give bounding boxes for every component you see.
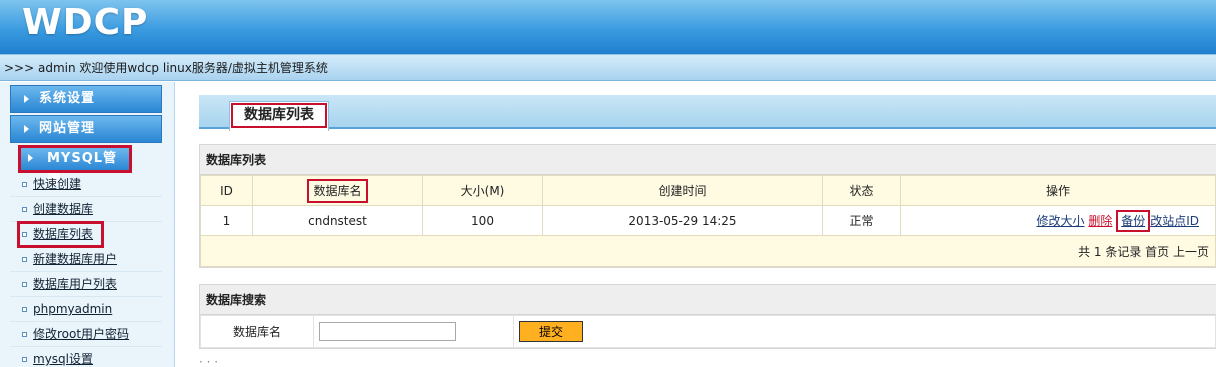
- bullet-icon: [22, 282, 27, 287]
- sidebar-item-phpmyadmin[interactable]: phpmyadmin: [10, 297, 162, 322]
- sidebar-item-change-root-password[interactable]: 修改root用户密码: [10, 322, 162, 347]
- submit-button[interactable]: 提交: [519, 321, 583, 342]
- sidebar-item-label: 修改root用户密码: [33, 327, 130, 341]
- arrow-right-icon: [24, 95, 29, 103]
- arrow-right-icon: [24, 125, 29, 133]
- panel-title: 数据库搜索: [200, 285, 1216, 315]
- sidebar-item-label: mysql设置: [33, 352, 93, 366]
- sidebar-button-label: 系统设置: [39, 91, 96, 106]
- sidebar-item-label: phpmyadmin: [33, 302, 113, 316]
- sidebar-item-database-list[interactable]: 数据库列表: [17, 221, 104, 248]
- pagination: 共 1 条记录 首页 上一页: [200, 235, 1216, 267]
- logo: WDCP: [22, 2, 149, 43]
- bullet-icon: [22, 357, 27, 362]
- table-footer-row: 共 1 条记录 首页 上一页: [200, 235, 1216, 267]
- sidebar-button-label: 网站管理: [39, 121, 96, 136]
- cell-name: cndnstest: [252, 205, 423, 236]
- cell-status: 正常: [822, 205, 901, 236]
- cell-id: 1: [200, 205, 253, 236]
- sidebar-item-label: 数据库用户列表: [33, 277, 118, 291]
- sidebar-item-create-database[interactable]: 创建数据库: [10, 197, 162, 222]
- sidebar-item-label: 快速创建: [33, 177, 82, 191]
- search-form: 数据库名 提交: [200, 315, 1216, 348]
- sidebar-item-mysql-settings[interactable]: mysql设置: [10, 347, 162, 367]
- table-row: 1 cndnstest 100 2013-05-29 14:25 正常 修改大小…: [200, 205, 1216, 236]
- column-header-actions: 操作: [900, 175, 1216, 206]
- column-header-status: 状态: [822, 175, 901, 206]
- sidebar-item-label: 新建数据库用户: [33, 252, 118, 266]
- bullet-icon: [22, 332, 27, 337]
- column-header-created: 创建时间: [542, 175, 823, 206]
- sidebar-button-system-settings[interactable]: 系统设置: [10, 85, 162, 113]
- table-header-row: ID 数据库名 大小(M) 创建时间 状态 操作: [200, 175, 1216, 206]
- sidebar-item-label: 创建数据库: [33, 202, 94, 216]
- change-site-id-link[interactable]: 改站点ID: [1150, 214, 1199, 228]
- sidebar-item-label: 数据库列表: [33, 227, 94, 241]
- bullet-icon: [22, 207, 27, 212]
- bullet-icon: [22, 232, 27, 237]
- resize-link[interactable]: 修改大小: [1037, 214, 1085, 228]
- arrow-right-icon: [28, 154, 33, 162]
- search-input-cell: [313, 315, 514, 348]
- sidebar-button-site-management[interactable]: 网站管理: [10, 115, 162, 143]
- welcome-bar: >>> admin 欢迎使用wdcp linux服务器/虚拟主机管理系统: [0, 54, 1216, 81]
- bullet-icon: [22, 257, 27, 262]
- search-label: 数据库名: [200, 315, 314, 348]
- column-header-name: 数据库名: [252, 175, 423, 206]
- delete-link[interactable]: 删除: [1088, 214, 1112, 228]
- backup-link-highlight: 备份: [1116, 209, 1151, 232]
- bullet-icon: [22, 182, 27, 187]
- column-header-name-label: 数据库名: [307, 178, 368, 203]
- database-table: ID 数据库名 大小(M) 创建时间 状态 操作 1 cndnstest 100…: [200, 175, 1216, 267]
- cell-size: 100: [422, 205, 543, 236]
- database-search-panel: 数据库搜索 数据库名 提交: [199, 284, 1216, 349]
- bullet-icon: [22, 307, 27, 312]
- page-title: 数据库列表: [231, 103, 327, 128]
- bottom-partial-links: · · ·: [199, 355, 219, 367]
- sidebar: 系统设置 网站管理 MYSQL管理 快速创建 创建数据库 数据库列表 新建数据库…: [0, 82, 175, 367]
- search-row: 数据库名 提交: [200, 315, 1216, 348]
- column-header-size: 大小(M): [422, 175, 543, 206]
- sidebar-item-db-user-list[interactable]: 数据库用户列表: [10, 272, 162, 297]
- cell-actions: 修改大小 删除 备份 改站点ID: [900, 205, 1216, 236]
- database-name-input[interactable]: [319, 322, 456, 341]
- cell-created: 2013-05-29 14:25: [542, 205, 823, 236]
- page-title-band: [199, 95, 1216, 129]
- column-header-id: ID: [200, 175, 253, 206]
- database-list-panel: 数据库列表 ID 数据库名 大小(M) 创建时间 状态 操作 1 cndnste…: [199, 144, 1216, 268]
- sidebar-button-mysql-management[interactable]: MYSQL管理: [18, 145, 132, 188]
- header-banner: WDCP: [0, 0, 1216, 54]
- sidebar-item-new-db-user[interactable]: 新建数据库用户: [10, 247, 162, 272]
- panel-title: 数据库列表: [200, 145, 1216, 175]
- sidebar-item-quick-create[interactable]: 快速创建: [10, 172, 162, 197]
- search-submit-cell: 提交: [513, 315, 1216, 348]
- backup-link[interactable]: 备份: [1121, 214, 1145, 228]
